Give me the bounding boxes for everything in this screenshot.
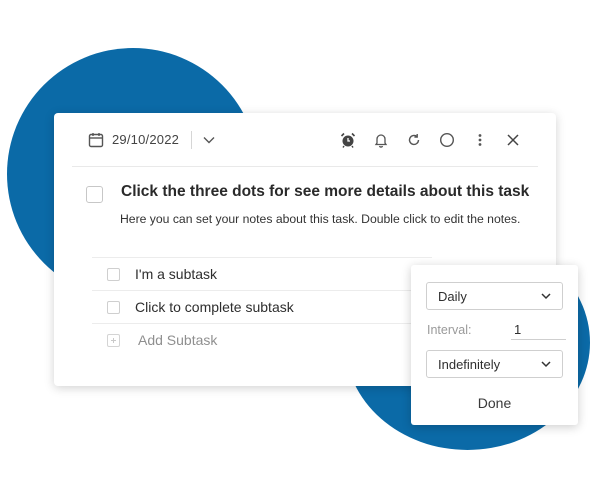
repeat-settings-popup: Daily Interval: Indefinitely Done [411,265,578,425]
chevron-down-icon[interactable] [200,131,218,149]
close-icon[interactable] [504,131,522,149]
chevron-down-icon [541,361,551,368]
frequency-value: Daily [438,288,467,304]
subtask-list: I'm a subtask Click to complete subtask … [92,257,432,356]
add-subtask-label[interactable]: Add Subtask [138,332,217,348]
subtask-row[interactable]: Click to complete subtask [92,291,432,324]
add-subtask-row[interactable]: Add Subtask [92,324,432,356]
frequency-select[interactable]: Daily [426,282,563,310]
subtask-row[interactable]: I'm a subtask [92,257,432,291]
task-complete-checkbox[interactable] [86,186,103,203]
end-condition-value: Indefinitely [438,356,501,372]
plus-icon [107,333,120,347]
toolbar-divider [191,130,193,149]
done-button[interactable]: Done [411,395,578,411]
interval-input[interactable] [511,319,566,340]
refresh-icon[interactable] [405,131,423,149]
task-title[interactable]: Click the three dots for see more detail… [121,183,529,201]
subtask-checkbox[interactable] [107,267,120,281]
circle-icon[interactable] [438,131,456,149]
subtask-checkbox[interactable] [107,300,120,314]
alarm-clock-icon[interactable] [339,131,357,149]
subtask-label[interactable]: Click to complete subtask [135,299,294,315]
bell-icon[interactable] [372,131,390,149]
task-toolbar: 29/10/2022 [72,113,538,167]
task-notes[interactable]: Here you can set your notes about this t… [120,212,520,226]
end-condition-select[interactable]: Indefinitely [426,350,563,378]
calendar-icon[interactable] [88,132,104,148]
due-date[interactable]: 29/10/2022 [112,132,179,147]
more-vertical-icon[interactable] [471,131,489,149]
chevron-down-icon [541,293,551,300]
subtask-label[interactable]: I'm a subtask [135,266,217,282]
interval-label: Interval: [427,323,472,337]
